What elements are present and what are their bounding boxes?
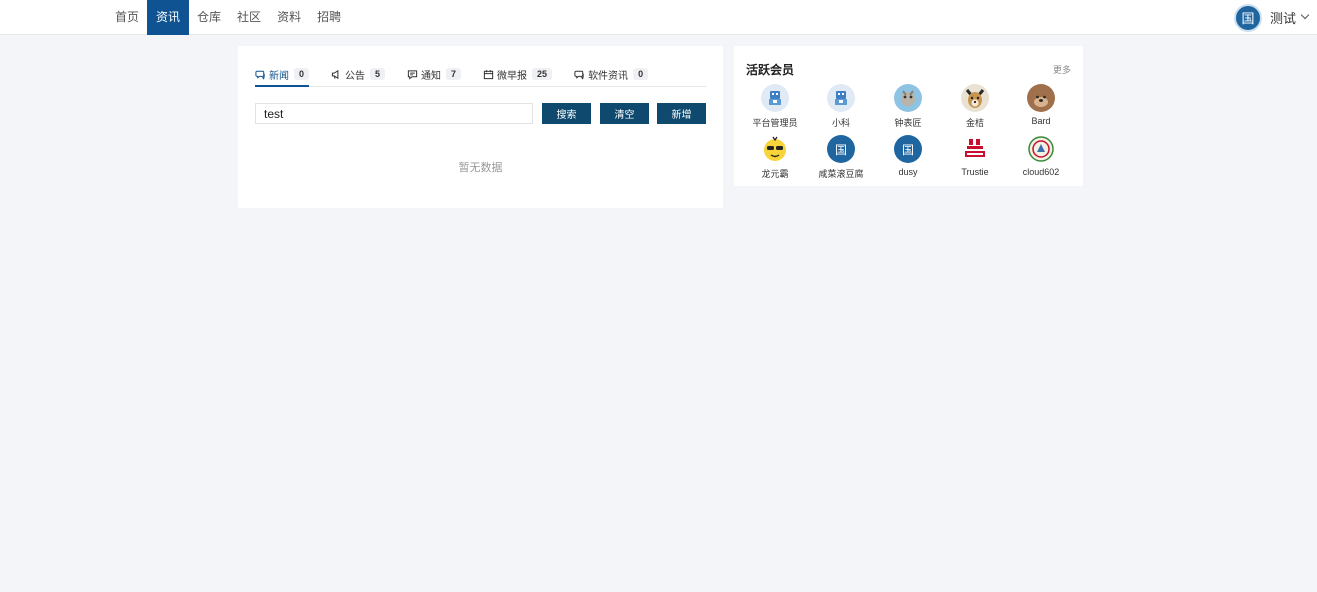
member-name: Trustie — [961, 167, 989, 177]
text-avatar[interactable]: 国 — [894, 135, 922, 163]
tab-label: 新闻 — [269, 70, 289, 82]
member-name: cloud602 — [1022, 167, 1060, 177]
cartoon-icon — [901, 90, 915, 106]
tab-morning-report[interactable]: 微早报 25 — [483, 62, 553, 86]
robot-avatar[interactable] — [827, 84, 855, 112]
member-item[interactable]: cloud602 — [1008, 135, 1074, 177]
tab-label: 通知 — [421, 70, 442, 82]
nav-item-jobs[interactable]: 招聘 — [309, 0, 349, 35]
member-name: 平台管理员 — [752, 118, 798, 128]
text-avatar[interactable]: 国 — [827, 135, 855, 163]
member-name: 金桔 — [965, 118, 984, 128]
news-panel: 新闻 0 公告 5 通知 7 微早报 25 软件资讯 0 test 搜索 清空 … — [238, 46, 723, 208]
tab-notices[interactable]: 通知 7 — [407, 62, 462, 86]
member-name: 小科 — [831, 118, 850, 128]
dog-avatar[interactable] — [961, 84, 989, 112]
tab-count-badge: 7 — [446, 68, 462, 80]
trustie-logo-avatar[interactable] — [961, 135, 989, 163]
user-menu[interactable]: 国 测试 — [1233, 0, 1309, 35]
nav-item-news[interactable]: 资讯 — [147, 0, 190, 35]
tab-news[interactable]: 新闻 0 — [255, 62, 310, 87]
tab-label: 软件资讯 — [588, 70, 629, 82]
member-item[interactable]: Bard — [1008, 84, 1074, 126]
member-item[interactable]: 国 咸菜滚豆腐 — [808, 135, 874, 180]
message-icon — [407, 69, 418, 80]
nav-item-repo[interactable]: 仓库 — [189, 0, 229, 35]
member-name: Bard — [1031, 116, 1051, 126]
chat-bubble-icon — [574, 70, 584, 79]
trustie-logo-icon — [965, 139, 985, 157]
tab-software-news[interactable]: 软件资讯 0 — [574, 62, 649, 86]
chevron-down-icon[interactable] — [1301, 12, 1309, 20]
tab-count-badge: 0 — [633, 68, 649, 80]
search-button[interactable]: 搜索 — [542, 103, 591, 124]
more-link[interactable]: 更多 — [1053, 63, 1071, 76]
chat-bubble-icon — [255, 70, 265, 79]
emblem-avatar[interactable] — [1027, 135, 1055, 163]
calendar-icon — [483, 69, 494, 79]
clear-button[interactable]: 清空 — [600, 103, 649, 124]
member-item[interactable]: 国 dusy — [875, 135, 941, 177]
nav-item-community[interactable]: 社区 — [229, 0, 269, 35]
main-nav: 首页 资讯 仓库 社区 资料 招聘 — [107, 0, 349, 35]
nav-item-home[interactable]: 首页 — [107, 0, 147, 35]
search-row: 搜索 清空 新增 — [255, 103, 706, 124]
member-item[interactable]: 金桔 — [942, 84, 1008, 129]
robot-icon — [835, 91, 847, 105]
user-avatar[interactable]: 国 — [1233, 3, 1262, 32]
top-navbar: 首页 资讯 仓库 社区 资料 招聘 国 测试 — [0, 0, 1317, 35]
member-name: 钟表匠 — [894, 118, 922, 128]
member-item[interactable]: Trustie — [942, 135, 1008, 177]
emblem-icon — [1028, 136, 1054, 162]
tab-count-badge: 5 — [370, 68, 386, 80]
tab-count-badge: 0 — [294, 68, 310, 80]
emoji-icon — [764, 136, 786, 161]
emoji-avatar[interactable] — [761, 135, 789, 163]
bear-avatar[interactable] — [1027, 84, 1055, 112]
user-name[interactable]: 测试 — [1270, 8, 1296, 27]
nav-item-materials[interactable]: 资料 — [269, 0, 309, 35]
member-name: 咸菜滚豆腐 — [818, 169, 864, 179]
tab-label: 公告 — [345, 70, 366, 82]
tab-announcements[interactable]: 公告 5 — [331, 62, 386, 86]
tab-count-badge: 25 — [532, 68, 553, 80]
member-name: 龙元霸 — [761, 169, 789, 179]
panel-title: 活跃会员 — [746, 63, 795, 77]
megaphone-icon — [331, 69, 339, 79]
empty-state-text: 暂无数据 — [458, 162, 503, 174]
member-item[interactable]: 龙元霸 — [742, 135, 808, 180]
robot-icon — [769, 91, 781, 105]
search-input[interactable] — [255, 103, 533, 124]
member-item[interactable]: 钟表匠 — [875, 84, 941, 129]
member-item[interactable]: 平台管理员 — [742, 84, 808, 129]
active-members-panel: 活跃会员 更多 平台管理员 小科 钟表匠 金桔 Bard 龙元霸 国 咸菜滚豆腐… — [734, 46, 1083, 186]
member-item[interactable]: 小科 — [808, 84, 874, 129]
add-button[interactable]: 新增 — [657, 103, 706, 124]
tab-label: 微早报 — [497, 70, 528, 82]
cartoon-avatar[interactable] — [894, 84, 922, 112]
dog-icon — [965, 89, 985, 108]
bear-icon — [1034, 95, 1048, 107]
member-name: dusy — [898, 167, 918, 177]
news-tabs: 新闻 0 公告 5 通知 7 微早报 25 软件资讯 0 — [255, 62, 706, 87]
robot-avatar[interactable] — [761, 84, 789, 112]
